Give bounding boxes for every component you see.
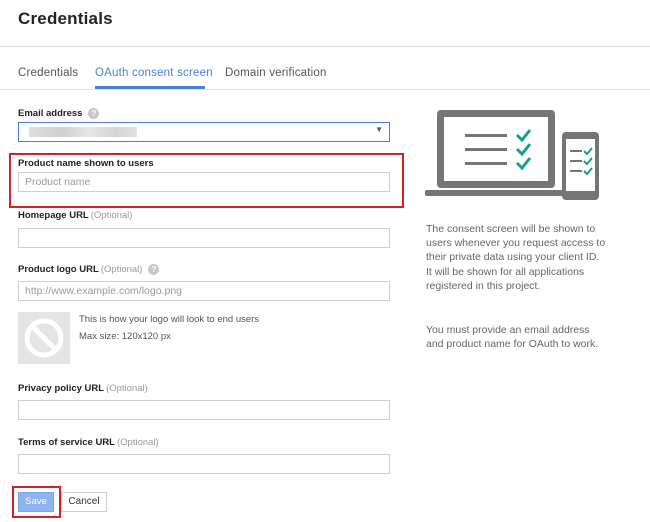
logo-size-text: Max size: 120x120 px [79, 331, 171, 342]
save-button[interactable]: Save [18, 492, 54, 512]
homepage-url-label-text: Homepage URL [18, 210, 89, 221]
dropdown-caret-icon: ▼ [375, 125, 383, 134]
no-image-icon [24, 318, 64, 358]
cancel-button[interactable]: Cancel [61, 492, 107, 512]
email-address-select[interactable]: ▼ [18, 122, 390, 142]
logo-hint-text: This is how your logo will look to end u… [79, 314, 260, 325]
terms-of-service-url-input[interactable] [18, 454, 390, 474]
optional-tag: (Optional) [116, 437, 159, 448]
optional-tag: (Optional) [106, 383, 148, 394]
tabs-divider [0, 89, 650, 90]
question-icon[interactable]: ? [148, 264, 160, 275]
product-logo-url-label-text: Product logo URL [18, 264, 99, 276]
privacy-policy-url-label: Privacy policy URL (Optional) [18, 383, 148, 394]
homepage-url-label: Homepage URL (Optional) [18, 210, 132, 221]
email-value-redacted [29, 127, 137, 137]
consent-screen-description: The consent screen will be shown to user… [426, 223, 606, 292]
product-name-input[interactable] [18, 172, 390, 192]
email-address-label: Email address? [18, 108, 100, 120]
optional-tag: (Optional) [90, 210, 133, 221]
terms-of-service-url-label: Terms of service URL (Optional) [18, 437, 159, 448]
tab-credentials[interactable]: Credentials [18, 67, 78, 79]
email-address-label-text: Email address [18, 108, 83, 120]
consent-screen-illustration [425, 110, 605, 207]
page-title: Credentials [18, 9, 113, 28]
privacy-policy-url-label-text: Privacy policy URL [18, 383, 105, 394]
privacy-policy-url-input[interactable] [18, 400, 390, 420]
requirements-note: You must provide an email address and pr… [426, 324, 599, 351]
product-name-label: Product name shown to users [18, 158, 154, 169]
optional-tag: (Optional) [100, 264, 143, 276]
logo-preview [18, 312, 70, 364]
homepage-url-input[interactable] [18, 228, 390, 248]
tab-domain-verification[interactable]: Domain verification [225, 67, 327, 79]
question-icon[interactable]: ? [88, 108, 100, 119]
laptop-and-phone-icon [425, 110, 599, 200]
header-divider [0, 46, 650, 47]
product-logo-url-input[interactable] [18, 281, 390, 301]
product-logo-url-label: Product logo URL (Optional)? [18, 264, 160, 276]
terms-of-service-url-label-text: Terms of service URL [18, 437, 115, 448]
tab-oauth-consent-screen[interactable]: OAuth consent screen [95, 67, 213, 79]
